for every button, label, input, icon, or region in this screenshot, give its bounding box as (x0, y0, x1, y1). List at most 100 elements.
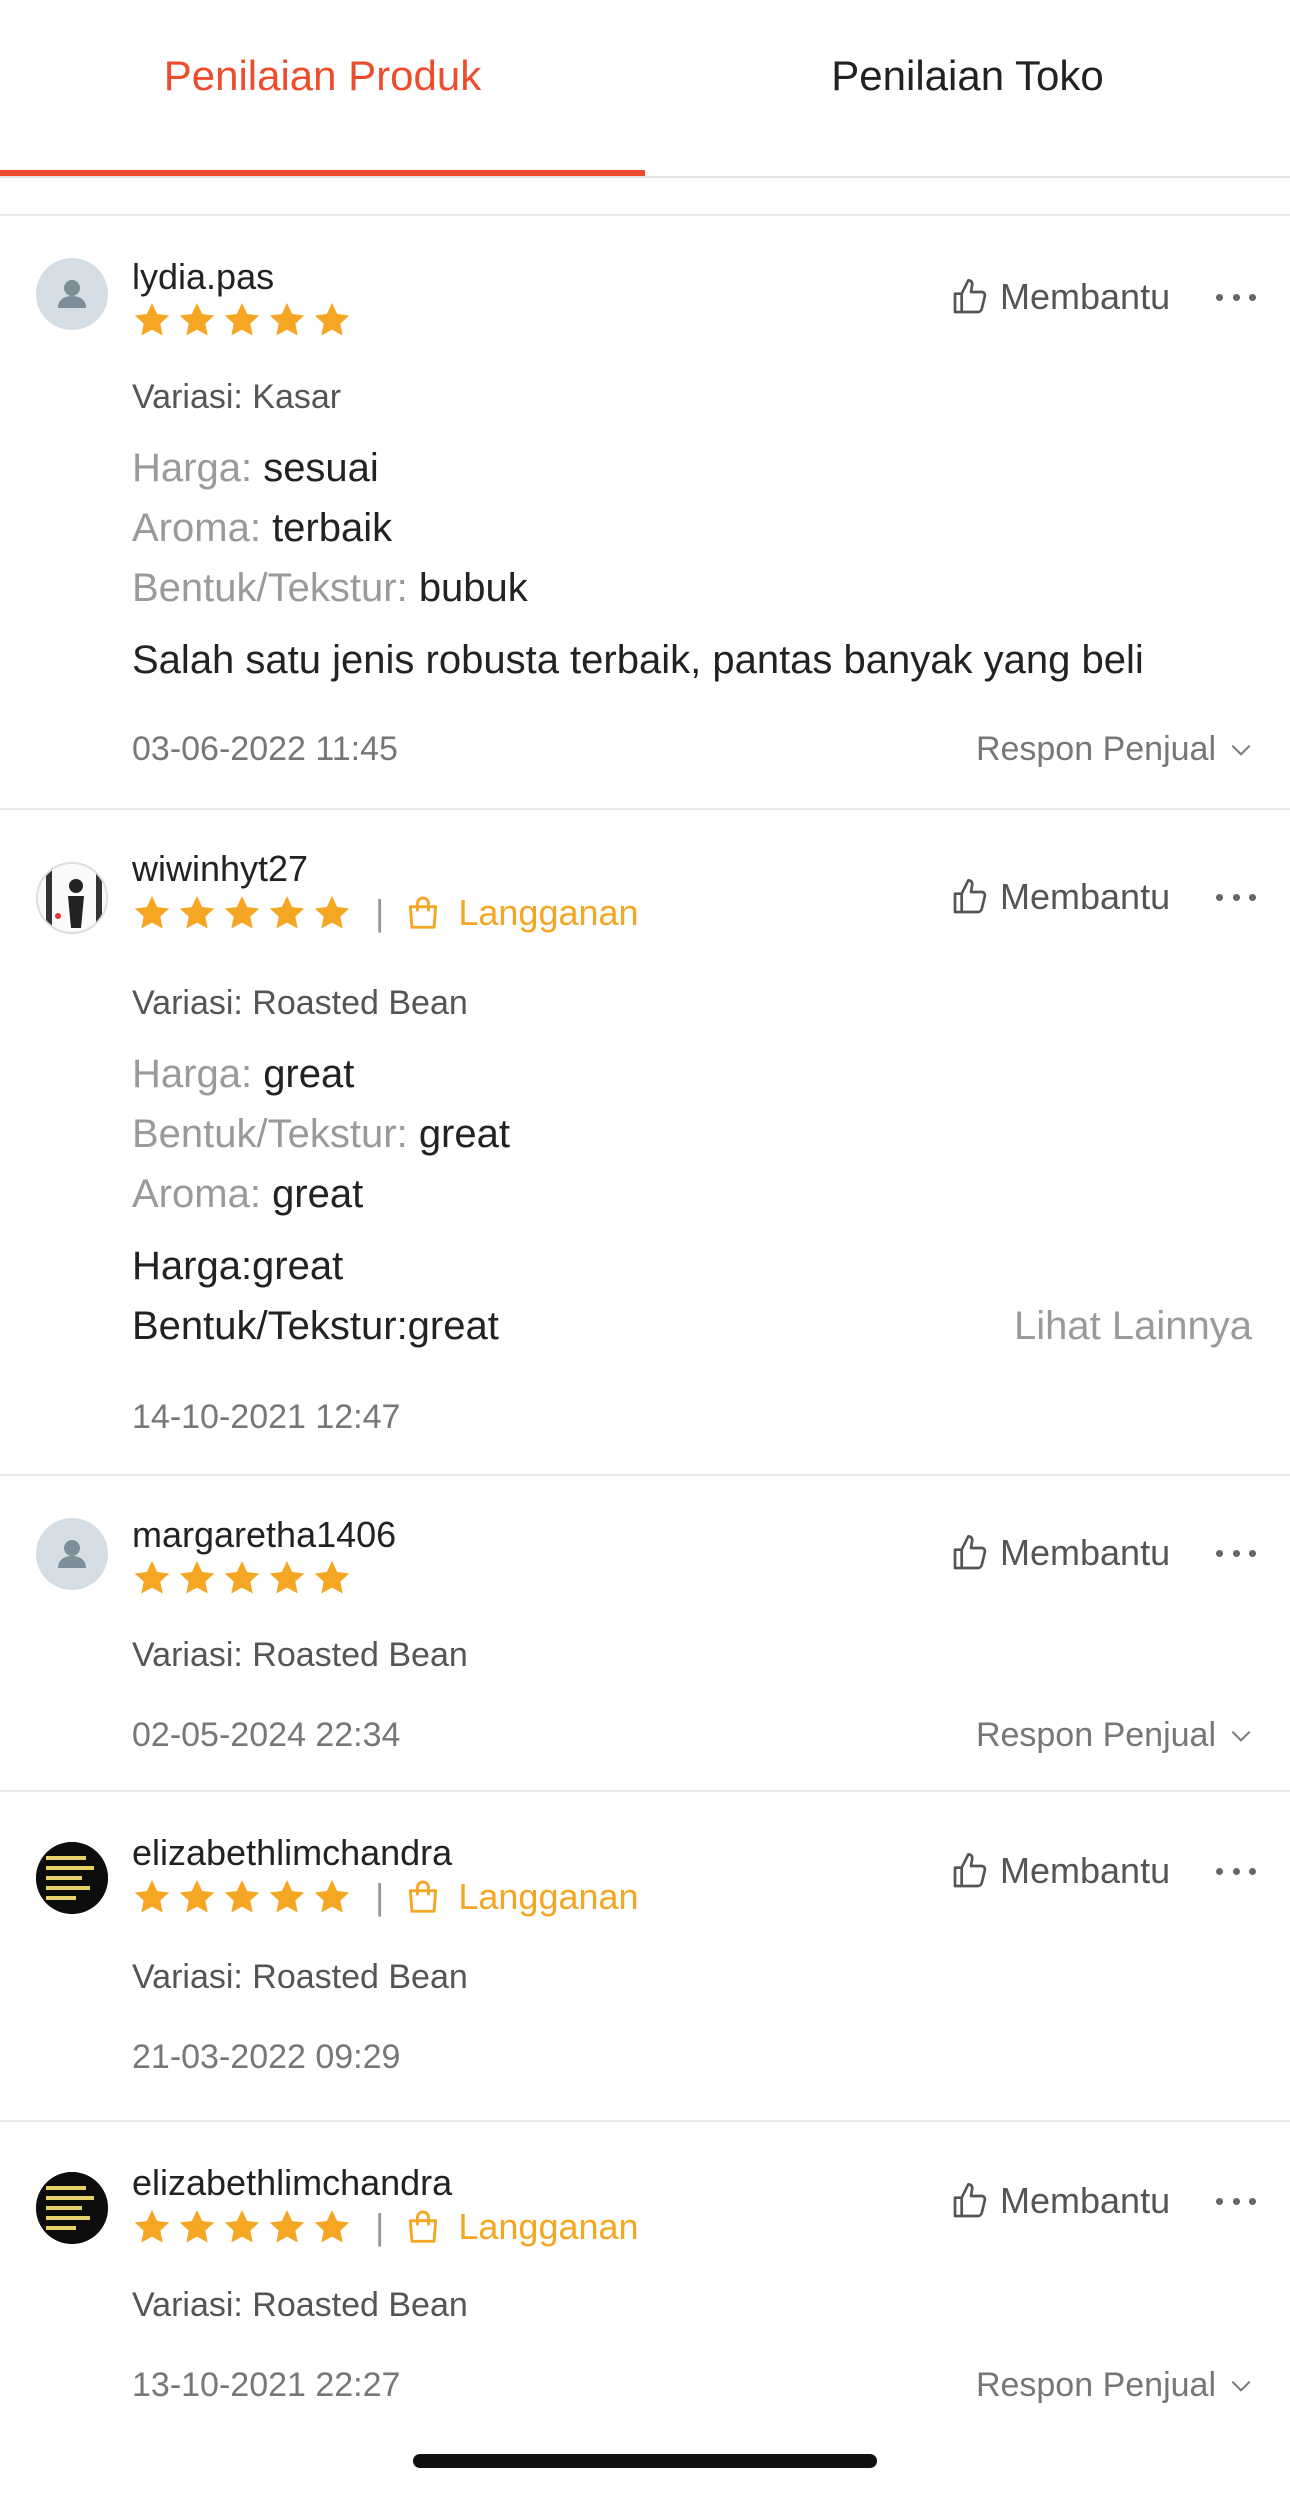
star-icon (267, 893, 307, 933)
reviewer-name[interactable]: wiwinhyt27 (132, 848, 308, 890)
star-icon (312, 1877, 352, 1917)
variation-text: Variasi: Roasted Bean (132, 1958, 468, 1996)
separator: | (375, 892, 385, 933)
more-options-icon[interactable] (1216, 894, 1256, 901)
thumbs-up-icon (950, 2181, 990, 2221)
star-icon (222, 1877, 262, 1917)
star-icon (222, 893, 262, 933)
seller-response-toggle[interactable]: Respon Penjual (976, 1716, 1254, 1755)
helpful-button[interactable]: Membantu (950, 1850, 1170, 1892)
star-icon (177, 893, 217, 933)
review-date: 13-10-2021 22:27 (132, 2366, 401, 2404)
review-item: lydia.pas Membantu Variasi: Kasar Harga:… (0, 218, 1290, 810)
review-date: 02-05-2024 22:34 (132, 1716, 401, 1754)
tab-shop-reviews[interactable]: Penilaian Toko (645, 0, 1290, 176)
review-item: elizabethlimchandra | Langganan Membantu… (0, 1792, 1290, 2122)
reviewer-name[interactable]: elizabethlimchandra (132, 2162, 452, 2204)
avatar[interactable] (36, 2172, 108, 2244)
seller-response-label: Respon Penjual (975, 730, 1216, 768)
star-icon (177, 1558, 217, 1598)
thumbs-up-icon (950, 1533, 990, 1573)
reviewer-name[interactable]: lydia.pas (132, 256, 274, 298)
star-icon (132, 300, 172, 340)
thumbs-up-icon (950, 877, 990, 917)
star-icon (132, 893, 172, 933)
star-icon (132, 2207, 172, 2247)
home-indicator[interactable] (413, 2454, 877, 2468)
shopping-bag-icon (404, 2208, 442, 2246)
variation-text: Variasi: Kasar (132, 378, 342, 416)
helpful-label: Membantu (1000, 276, 1171, 317)
helpful-button[interactable]: Membantu (950, 1532, 1170, 1574)
helpful-label: Membantu (1000, 876, 1171, 917)
more-options-icon[interactable] (1216, 1868, 1256, 1875)
review-date: 14-10-2021 12:47 (132, 1398, 401, 1436)
avatar[interactable] (36, 258, 108, 330)
subscription-badge: Langganan (404, 892, 639, 934)
review-date: 03-06-2022 11:45 (132, 730, 398, 768)
chevron-down-icon (1228, 2373, 1254, 2399)
star-rating (132, 300, 357, 340)
star-icon (267, 2207, 307, 2247)
review-attribute: Harga: great (132, 1052, 355, 1096)
star-icon (177, 2207, 217, 2247)
subscription-badge: Langganan (404, 1876, 639, 1918)
avatar[interactable] (36, 862, 108, 934)
star-icon (312, 893, 352, 933)
star-icon (312, 300, 352, 340)
avatar[interactable] (36, 1518, 108, 1590)
divider (0, 178, 1290, 216)
more-options-icon[interactable] (1216, 294, 1256, 301)
review-comment-line: Harga:great (132, 1244, 344, 1288)
star-rating: | Langganan (132, 1876, 639, 1918)
review-attribute: Bentuk/Tekstur: bubuk (132, 566, 528, 610)
separator: | (375, 2206, 385, 2247)
star-rating: | Langganan (132, 892, 639, 934)
review-attribute: Aroma: terbaik (132, 506, 393, 550)
star-icon (132, 1877, 172, 1917)
tab-product-reviews[interactable]: Penilaian Produk (0, 0, 645, 176)
star-icon (267, 300, 307, 340)
review-attribute: Aroma: great (132, 1172, 364, 1216)
star-icon (222, 1558, 262, 1598)
avatar[interactable] (36, 1842, 108, 1914)
review-comment-line: Bentuk/Tekstur:great (132, 1304, 499, 1348)
star-icon (267, 1877, 307, 1917)
review-item: elizabethlimchandra | Langganan Membantu… (0, 2122, 1290, 2440)
thumbs-up-icon (950, 277, 990, 317)
subscription-badge: Langganan (404, 2206, 639, 2248)
review-item: margaretha1406 Membantu Variasi: Roasted… (0, 1476, 1290, 1792)
chevron-down-icon (1228, 737, 1254, 763)
review-comment: Salah satu jenis robusta terbaik, pantas… (132, 638, 1144, 682)
reviewer-name[interactable]: elizabethlimchandra (132, 1832, 452, 1874)
star-icon (222, 2207, 262, 2247)
review-attribute: Harga: sesuai (132, 446, 379, 490)
shopping-bag-icon (404, 1878, 442, 1916)
seller-response-label: Respon Penjual (975, 1716, 1216, 1754)
star-icon (267, 1558, 307, 1598)
helpful-button[interactable]: Membantu (950, 876, 1170, 918)
review-item: wiwinhyt27 | Langganan Membantu Variasi:… (0, 810, 1290, 1476)
shopping-bag-icon (404, 894, 442, 932)
reviewer-name[interactable]: margaretha1406 (132, 1514, 396, 1556)
star-icon (312, 2207, 352, 2247)
more-options-icon[interactable] (1216, 1550, 1256, 1557)
star-icon (132, 1558, 172, 1598)
review-date: 21-03-2022 09:29 (132, 2038, 401, 2076)
thumbs-up-icon (950, 1851, 990, 1891)
more-options-icon[interactable] (1216, 2198, 1256, 2205)
star-icon (222, 300, 262, 340)
seller-response-toggle[interactable]: Respon Penjual (976, 2366, 1254, 2405)
variation-text: Variasi: Roasted Bean (132, 984, 468, 1022)
separator: | (375, 1876, 385, 1917)
review-tabs: Penilaian Produk Penilaian Toko (0, 0, 1290, 178)
seller-response-toggle[interactable]: Respon Penjual (976, 730, 1254, 769)
seller-response-label: Respon Penjual (975, 2366, 1216, 2404)
helpful-label: Membantu (1000, 1850, 1171, 1891)
see-more-link[interactable]: Lihat Lainnya (1014, 1304, 1252, 1349)
star-icon (312, 1558, 352, 1598)
helpful-button[interactable]: Membantu (950, 2180, 1170, 2222)
helpful-button[interactable]: Membantu (950, 276, 1170, 318)
star-icon (177, 1877, 217, 1917)
star-icon (177, 300, 217, 340)
